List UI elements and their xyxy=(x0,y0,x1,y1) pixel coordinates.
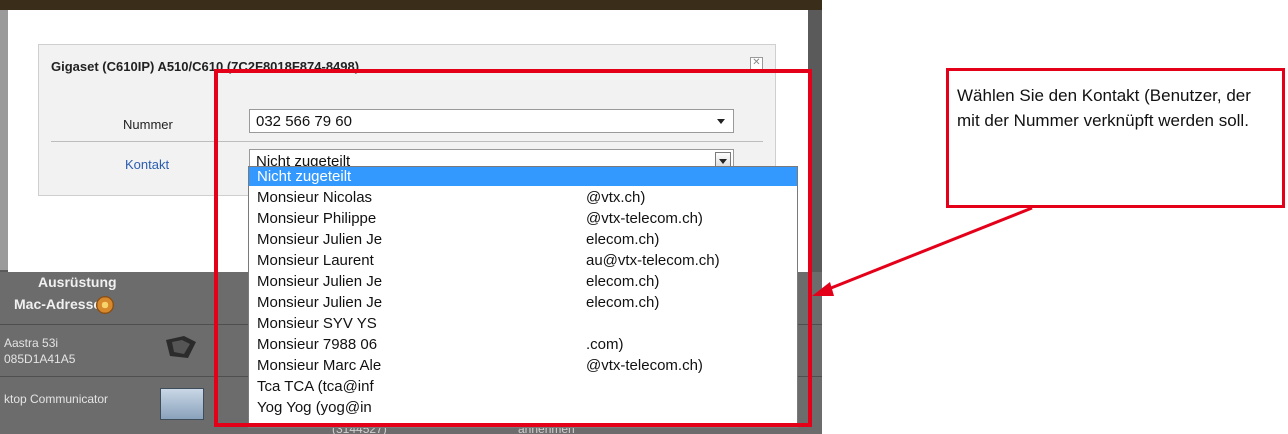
callout-text: Wählen Sie den Kontakt (Benutzer, der mi… xyxy=(957,86,1251,130)
annotation-callout: Wählen Sie den Kontakt (Benutzer, der mi… xyxy=(946,68,1285,208)
annotation-arrow xyxy=(812,206,1033,296)
